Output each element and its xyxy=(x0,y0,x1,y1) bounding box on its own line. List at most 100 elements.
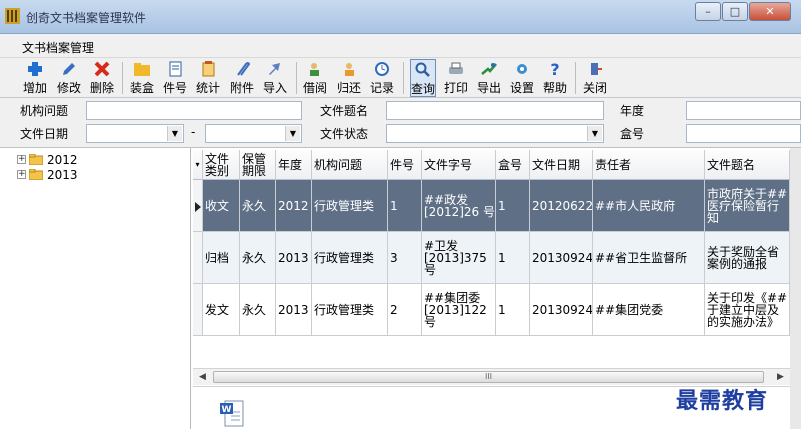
org-issue-input[interactable] xyxy=(86,101,302,120)
plus-icon xyxy=(28,62,42,76)
export-button[interactable]: 导出 xyxy=(476,59,502,97)
column-header[interactable]: 文件题名 xyxy=(705,150,790,179)
date-range-dash: - xyxy=(191,125,196,139)
row-selector[interactable] xyxy=(193,284,203,335)
expand-icon[interactable]: + xyxy=(17,155,26,164)
table-row[interactable]: 归档 永久 2013 行政管理类 3 #卫发 [2013]375 号 1 201… xyxy=(193,232,790,284)
minimize-button[interactable]: – xyxy=(695,2,721,21)
column-header[interactable]: 文件类别 xyxy=(203,150,240,179)
box-button[interactable]: 装盒 xyxy=(129,59,155,97)
expand-icon[interactable]: + xyxy=(17,170,26,179)
report-icon xyxy=(202,61,215,77)
column-header[interactable]: 年度 xyxy=(276,150,312,179)
window-title: 创奇文书档案管理软件 xyxy=(26,11,147,25)
svg-text:W: W xyxy=(222,405,232,415)
chevron-down-icon: ▼ xyxy=(167,126,182,141)
word-document-icon[interactable]: W xyxy=(218,398,248,428)
import-icon xyxy=(269,63,280,75)
chevron-down-icon: ▼ xyxy=(285,126,300,141)
delete-button[interactable]: 删除 xyxy=(89,59,115,97)
user-borrow-icon xyxy=(310,63,319,76)
table-cell: 3 xyxy=(388,232,422,283)
table-cell: 2 xyxy=(388,284,422,335)
edit-button[interactable]: 修改 xyxy=(56,59,82,97)
menu-archive-management[interactable]: 文书档案管理 xyxy=(22,39,94,56)
table-cell: 1 xyxy=(496,180,530,231)
table-cell: 收文 xyxy=(203,180,240,231)
table-row[interactable]: 收文 永久 2012 行政管理类 1 ##政发 [2012]26 号 1 201… xyxy=(193,180,790,232)
table-cell: 发文 xyxy=(203,284,240,335)
year-tree: + 2012 + 2013 xyxy=(0,148,191,429)
row-selector[interactable] xyxy=(193,180,203,231)
column-header[interactable]: 保管期限 xyxy=(240,150,276,179)
column-header[interactable]: 盒号 xyxy=(496,150,530,179)
return-button[interactable]: 归还 xyxy=(336,59,362,97)
column-header[interactable]: 机构问题 xyxy=(312,150,388,179)
year-label: 年度 xyxy=(620,104,645,118)
help-button[interactable]: ? 帮助 xyxy=(542,59,568,97)
question-icon: ? xyxy=(550,61,559,77)
scroll-thumb[interactable]: III xyxy=(213,371,764,383)
exit-door-icon xyxy=(591,63,602,75)
record-button[interactable]: 记录 xyxy=(369,59,395,97)
add-button[interactable]: 增加 xyxy=(22,59,48,97)
toolbar-separator xyxy=(296,62,297,94)
column-header[interactable]: 件号 xyxy=(388,150,422,179)
close-window-button[interactable]: ✕ xyxy=(749,2,791,21)
scroll-left-icon[interactable]: ◀ xyxy=(195,370,210,384)
settings-button[interactable]: 设置 xyxy=(509,59,535,97)
attach-button[interactable]: 附件 xyxy=(229,59,255,97)
scroll-right-icon[interactable]: ▶ xyxy=(773,370,788,384)
column-header[interactable]: 文件字号 xyxy=(422,150,496,179)
borrow-button[interactable]: 借阅 xyxy=(302,59,328,97)
export-label: 导出 xyxy=(476,81,501,95)
print-button[interactable]: 打印 xyxy=(443,59,469,97)
help-label: 帮助 xyxy=(542,81,567,95)
year-input[interactable] xyxy=(686,101,801,120)
table-cell: 永久 xyxy=(240,284,276,335)
file-date-end-select[interactable]: ▼ xyxy=(205,124,302,143)
column-header[interactable]: 文件日期 xyxy=(530,150,593,179)
tree-node-label: 2013 xyxy=(47,167,78,182)
file-date-start-select[interactable]: ▼ xyxy=(86,124,184,143)
query-button[interactable]: 查询 xyxy=(410,59,436,97)
table-cell: 归档 xyxy=(203,232,240,283)
maximize-button[interactable]: □ xyxy=(722,2,748,21)
table-cell: #卫发 [2013]375 号 xyxy=(422,232,496,283)
table-cell: ##省卫生监督所 xyxy=(593,232,705,283)
table-cell: 2012 xyxy=(276,180,312,231)
stats-button[interactable]: 统计 xyxy=(195,59,221,97)
file-status-label: 文件状态 xyxy=(320,127,369,141)
print-label: 打印 xyxy=(443,81,468,95)
return-label: 归还 xyxy=(336,81,361,95)
row-selector[interactable] xyxy=(193,232,203,283)
record-label: 记录 xyxy=(369,81,394,95)
table-cell: 1 xyxy=(496,284,530,335)
delete-label: 删除 xyxy=(89,81,114,95)
settings-icon xyxy=(517,64,527,74)
user-return-icon xyxy=(345,63,354,76)
tree-node-2012[interactable]: + 2012 xyxy=(17,152,78,167)
printer-icon xyxy=(449,62,463,74)
file-title-input[interactable] xyxy=(386,101,604,120)
item-no-button[interactable]: 件号 xyxy=(162,59,188,97)
file-status-select[interactable]: ▼ xyxy=(386,124,604,143)
box-label: 装盒 xyxy=(129,81,154,95)
document-icon xyxy=(169,61,182,77)
file-title-label: 文件题名 xyxy=(320,104,369,118)
column-menu-icon[interactable]: ▾ xyxy=(193,150,203,179)
folder-icon xyxy=(29,169,43,180)
table-cell: 2013 xyxy=(276,284,312,335)
close-button[interactable]: 关闭 xyxy=(582,59,608,97)
column-header[interactable]: 责任者 xyxy=(593,150,705,179)
tree-node-2013[interactable]: + 2013 xyxy=(17,167,78,182)
table-row[interactable]: 发文 永久 2013 行政管理类 2 ##集团委 [2013]122 号 1 2… xyxy=(193,284,790,336)
import-button[interactable]: 导入 xyxy=(262,59,288,97)
export-icon xyxy=(481,63,497,75)
delete-x-icon xyxy=(94,61,110,77)
close-label: 关闭 xyxy=(582,81,607,95)
box-no-input[interactable] xyxy=(686,124,801,143)
tree-node-label: 2012 xyxy=(47,152,78,167)
current-row-icon xyxy=(195,202,201,212)
folder-icon xyxy=(29,154,43,165)
